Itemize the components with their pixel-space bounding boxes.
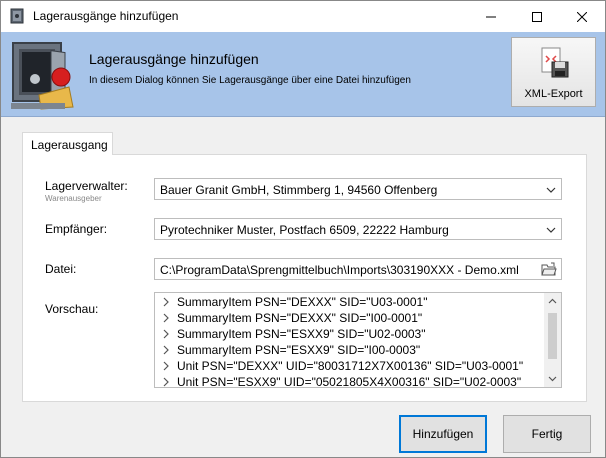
tree-row-text: SummaryItem PSN="DEXXX" SID="I00-0001"	[177, 311, 423, 325]
title-bar: Lagerausgänge hinzufügen	[1, 1, 605, 32]
tab-panel: Lagerverwalter: Warenausgeber Bauer Gran…	[22, 154, 587, 402]
header-title: Lagerausgänge hinzufügen	[89, 51, 259, 67]
datei-field[interactable]: C:\ProgramData\Sprengmittelbuch\Imports\…	[154, 258, 562, 280]
chevron-down-icon	[546, 187, 556, 193]
minimize-button[interactable]	[468, 1, 514, 32]
chevron-down-icon	[548, 376, 557, 382]
chevron-up-icon	[548, 298, 557, 304]
empfaenger-select[interactable]: Pyrotechniker Muster, Postfach 6509, 222…	[154, 218, 562, 240]
datei-label: Datei:	[45, 262, 77, 276]
tab-lagerausgang[interactable]: Lagerausgang	[22, 132, 113, 155]
empfaenger-label: Empfänger:	[45, 222, 108, 236]
chevron-down-icon	[546, 227, 556, 233]
lagerverwalter-value: Bauer Granit GmbH, Stimmberg 1, 94560 Of…	[160, 183, 438, 197]
chevron-right-icon[interactable]	[161, 297, 171, 307]
tree-row[interactable]: Unit PSN="DEXXX" UID="80031712X7X00136" …	[161, 359, 523, 375]
close-button[interactable]	[559, 1, 605, 32]
maximize-button[interactable]	[514, 1, 560, 32]
chevron-right-icon[interactable]	[161, 329, 171, 339]
add-button[interactable]: Hinzufügen	[399, 415, 487, 453]
header-banner: Lagerausgänge hinzufügen In diesem Dialo…	[1, 32, 605, 117]
tree-row[interactable]: SummaryItem PSN="DEXXX" SID="I00-0001"	[161, 311, 422, 327]
tree-row[interactable]: Unit PSN="ESXX9" UID="05021805X4X00316" …	[161, 375, 522, 388]
open-folder-icon[interactable]	[541, 262, 557, 277]
preview-scrollbar[interactable]	[544, 293, 561, 387]
tree-row-text: SummaryItem PSN="DEXXX" SID="U03-0001"	[177, 295, 428, 309]
lagerverwalter-sublabel: Warenausgeber	[45, 194, 102, 203]
app-safe-icon	[10, 8, 24, 24]
tab-label: Lagerausgang	[31, 138, 108, 152]
tree-row[interactable]: SummaryItem PSN="DEXXX" SID="U03-0001"	[161, 295, 427, 311]
datei-value: C:\ProgramData\Sprengmittelbuch\Imports\…	[160, 263, 519, 277]
lagerverwalter-label: Lagerverwalter:	[45, 179, 128, 193]
close-icon	[577, 11, 587, 22]
minimize-icon	[486, 16, 496, 17]
lagerverwalter-select[interactable]: Bauer Granit GmbH, Stimmberg 1, 94560 Of…	[154, 178, 562, 200]
header-subtitle: In diesem Dialog können Sie Lagerausgäng…	[89, 75, 411, 86]
tree-row-text: SummaryItem PSN="ESXX9" SID="U02-0003"	[177, 327, 426, 341]
tree-row-text: SummaryItem PSN="ESXX9" SID="I00-0003"	[177, 343, 421, 357]
safe-icon	[11, 42, 74, 110]
xml-export-label: XML-Export	[524, 88, 583, 100]
vorschau-label: Vorschau:	[45, 302, 99, 316]
tree-row[interactable]: SummaryItem PSN="ESXX9" SID="U02-0003"	[161, 327, 425, 343]
scroll-thumb[interactable]	[548, 313, 557, 359]
scroll-up-button[interactable]	[544, 293, 561, 310]
chevron-right-icon[interactable]	[161, 361, 171, 371]
dialog-window: Lagerausgänge hinzufügen Lagerausgänge h…	[0, 0, 606, 458]
xml-export-button[interactable]: XML-Export	[511, 37, 596, 107]
empfaenger-value: Pyrotechniker Muster, Postfach 6509, 222…	[160, 223, 449, 237]
maximize-icon	[532, 11, 542, 22]
chevron-right-icon[interactable]	[161, 313, 171, 323]
scroll-down-button[interactable]	[544, 370, 561, 387]
tree-row-text: Unit PSN="ESXX9" UID="05021805X4X00316" …	[177, 375, 522, 388]
tree-row-text: Unit PSN="DEXXX" UID="80031712X7X00136" …	[177, 359, 524, 373]
chevron-right-icon[interactable]	[161, 345, 171, 355]
chevron-right-icon[interactable]	[161, 377, 171, 387]
preview-tree[interactable]: SummaryItem PSN="DEXXX" SID="U03-0001" S…	[154, 292, 562, 388]
xml-floppy-icon	[541, 47, 569, 78]
tree-row[interactable]: SummaryItem PSN="ESXX9" SID="I00-0003"	[161, 343, 420, 359]
window-title: Lagerausgänge hinzufügen	[33, 9, 179, 23]
done-button[interactable]: Fertig	[503, 415, 591, 453]
